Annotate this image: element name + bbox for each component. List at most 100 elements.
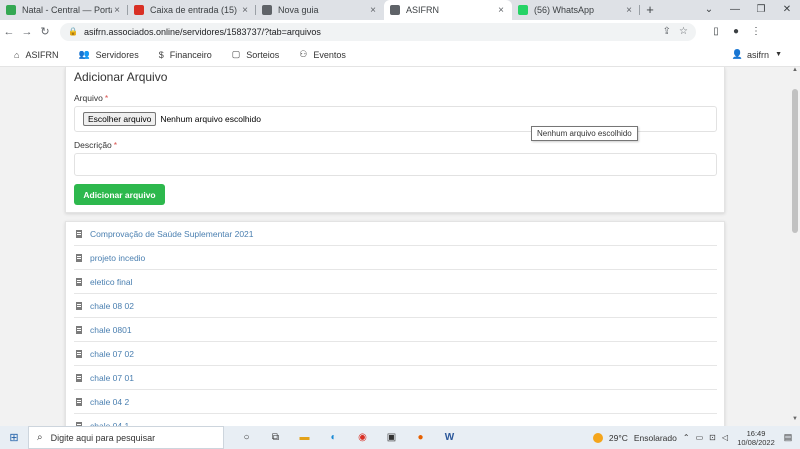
scroll-thumb[interactable] [792,89,798,233]
choose-file-button[interactable]: Escolher arquivo [83,112,157,126]
search-icon: ⌕ [37,432,43,443]
new-tab-button[interactable]: + [640,0,660,20]
nav-item-label: Sorteios [246,49,280,60]
tab-title: (56) WhatsApp [534,5,595,15]
file-icon [76,253,82,262]
home-icon: ⌂ [14,49,20,60]
chrome-icon [262,5,272,15]
file-link[interactable]: eletico final [90,277,133,287]
nav-item-financeiro[interactable]: $ Financeiro [159,49,212,60]
file-link[interactable]: chale 07 01 [90,373,134,383]
file-link[interactable]: chale 0801 [90,325,132,335]
cortana-icon[interactable]: ○ [232,432,261,443]
user-menu[interactable]: 👤 asifrn ▼ [732,49,782,60]
close-tab-icon[interactable]: × [496,5,506,16]
close-tab-icon[interactable]: × [624,5,634,16]
bookmark-star-icon[interactable]: ☆ [679,26,688,37]
notification-icon[interactable]: ▤ [776,432,800,443]
network-icon[interactable]: ⊡ [709,433,716,442]
window-controls: ⌄ — ❐ ✕ [696,0,800,20]
chrome-taskbar-icon[interactable]: ◉ [348,432,377,443]
file-list: Comprovação de Saúde Suplementar 2021 pro… [74,222,717,426]
app-icon[interactable]: ▣ [377,432,406,443]
lock-icon[interactable]: 🔒 [68,27,78,36]
file-row: chale 04 1 [74,414,717,426]
file-link[interactable]: chale 04 2 [90,397,129,407]
url-field[interactable]: 🔒 asifrn.associados.online/servidores/15… [60,22,696,41]
browser-tab-strip: Natal - Central — Portal × Caixa de entrad… [0,0,800,20]
firefox-icon[interactable]: ● [406,432,435,443]
file-icon [76,325,82,334]
word-icon[interactable]: W [435,432,464,443]
description-input[interactable] [74,153,717,176]
back-button[interactable]: ← [0,26,18,38]
tab-search-icon[interactable]: ⌄ [696,0,722,20]
users-icon: 👥 [78,49,90,59]
sun-icon [592,432,603,443]
file-list-card: Comprovação de Saúde Suplementar 2021 pro… [65,221,725,426]
system-clock[interactable]: 16:49 10/08/2022 [736,429,776,447]
volume-icon[interactable]: ◁ [722,433,728,442]
file-row: chale 08 02 [74,294,717,318]
tab-3[interactable]: ASIFRN × [384,0,512,20]
sidebar-toggle-icon[interactable]: ▯ [706,26,726,37]
taskbar-search[interactable]: ⌕ Digite aqui para pesquisar [28,426,224,449]
system-tray: 29°C Ensolarado ⌃ ▭ ⊡ ◁ 16:49 10/08/2022… [592,429,800,447]
file-icon [76,397,82,406]
weather-text: Ensolarado [633,432,677,443]
file-link[interactable]: chale 07 02 [90,349,134,359]
tab-1[interactable]: Caixa de entrada (15) - c × [128,0,256,20]
close-tab-icon[interactable]: × [240,5,250,16]
nav-item-sorteios[interactable]: ▢ Sorteios [232,49,280,60]
close-tab-icon[interactable]: × [112,5,122,16]
nav-item-label: ASIFRN [25,49,59,60]
file-icon [76,349,82,358]
file-icon [76,229,82,238]
nav-item-servidores[interactable]: 👥 Servidores [78,49,138,60]
file-row: eletico final [74,270,717,294]
windows-start-icon[interactable]: ⊞ [0,431,28,444]
file-explorer-icon[interactable]: ▬ [290,432,319,443]
task-view-icon[interactable]: ⧉ [261,432,290,443]
tab-2[interactable]: Nova guia × [256,0,384,20]
profile-avatar[interactable]: ● [726,26,746,37]
group-icon: ⚇ [299,49,308,59]
page-content: Adicionar Arquivo Arquivo * Escolher arqu… [0,67,790,426]
clock-time: 16:49 [746,428,766,438]
url-text: asifrn.associados.online/servidores/1583… [83,26,321,37]
temperature: 29°C [608,432,628,443]
scroll-up-arrow[interactable]: ▲ [790,67,800,77]
file-link[interactable]: Comprovação de Saúde Suplementar 2021 [90,229,254,239]
share-icon[interactable]: ⇪ [663,26,671,37]
windows-taskbar: ⊞ ⌕ Digite aqui para pesquisar ○ ⧉ ▬ ◐ ◉… [0,426,800,449]
edge-icon[interactable]: ◐ [319,432,348,443]
tab-4[interactable]: (56) WhatsApp × [512,0,640,20]
close-tab-icon[interactable]: × [368,5,378,16]
add-file-button[interactable]: Adicionar arquivo [74,184,165,205]
scroll-down-arrow[interactable]: ▼ [790,416,800,426]
file-icon [76,277,82,286]
nav-item-eventos[interactable]: ⚇ Eventos [299,49,346,60]
maximize-button[interactable]: ❐ [748,0,774,20]
tab-0[interactable]: Natal - Central — Portal × [0,0,128,20]
minimize-button[interactable]: — [722,0,748,20]
globe-icon [390,5,400,15]
tray-chevron-icon[interactable]: ⌃ [683,433,690,442]
forward-button[interactable]: → [18,26,36,38]
file-link[interactable]: chale 08 02 [90,301,134,311]
reload-button[interactable]: ↻ [36,25,54,38]
file-row: chale 07 01 [74,366,717,390]
battery-icon[interactable]: ▭ [696,433,704,442]
tab-list: Natal - Central — Portal × Caixa de entrad… [0,0,640,20]
search-placeholder: Digite aqui para pesquisar [50,432,156,443]
browser-menu-icon[interactable]: ⋮ [746,26,766,37]
close-window-button[interactable]: ✕ [774,0,800,20]
file-icon [76,373,82,382]
nav-item-asifrn[interactable]: ⌂ ASIFRN [14,49,58,60]
file-label: Arquivo * [74,93,109,103]
description-label: Descrição * [74,140,118,150]
add-file-form: Adicionar Arquivo Arquivo * Escolher arqu… [65,67,725,213]
file-row: Comprovação de Saúde Suplementar 2021 [74,222,717,246]
file-link[interactable]: projeto incedio [90,253,145,263]
page-scrollbar[interactable]: ▲ ▼ [790,67,800,426]
